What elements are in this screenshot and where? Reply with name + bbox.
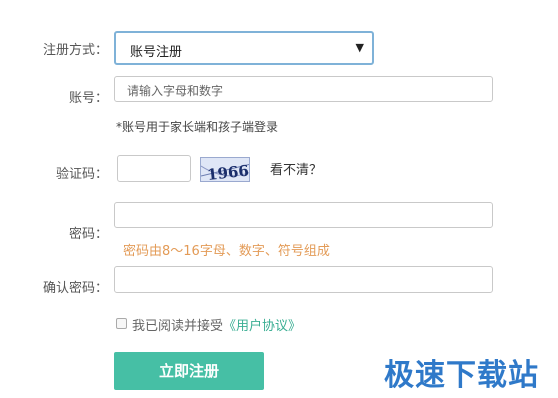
password-label: 密码： [68,227,108,242]
register-button[interactable]: 立即注册 [114,352,264,390]
agreement-link[interactable]: 《用户协议》 [223,319,301,334]
confirm-password-input[interactable] [114,266,493,293]
password-input[interactable] [114,202,493,228]
agree-checkbox[interactable] [116,318,127,329]
confirm-password-label: 确认密码： [42,281,108,296]
captcha-image[interactable]: 1966 [200,157,250,182]
captcha-refresh-link[interactable]: 看不清？ [270,159,322,178]
method-label: 注册方式： [42,43,108,58]
method-select[interactable]: 账号注册 ▼ [114,31,374,65]
chevron-down-icon: ▼ [355,41,364,54]
agree-text-row: 我已阅读并接受《用户协议》 [132,315,301,334]
captcha-input[interactable] [117,155,191,182]
method-select-value: 账号注册 [130,45,183,60]
account-hint: *账号用于家长端和孩子端登录 [116,120,279,134]
captcha-graphic: 1966 [201,162,249,182]
captcha-text: 1966 [206,162,249,182]
password-rule: 密码由8～16字母、数字、符号组成 [123,244,330,259]
account-placeholder: 请输入字母和数字 [127,84,224,98]
watermark-logo: 极速下载站 [384,358,539,393]
account-input[interactable]: 请输入字母和数字 [114,76,493,102]
agree-text: 我已阅读并接受 [132,319,224,334]
account-label: 账号： [68,91,108,106]
captcha-label: 验证码： [55,167,108,182]
